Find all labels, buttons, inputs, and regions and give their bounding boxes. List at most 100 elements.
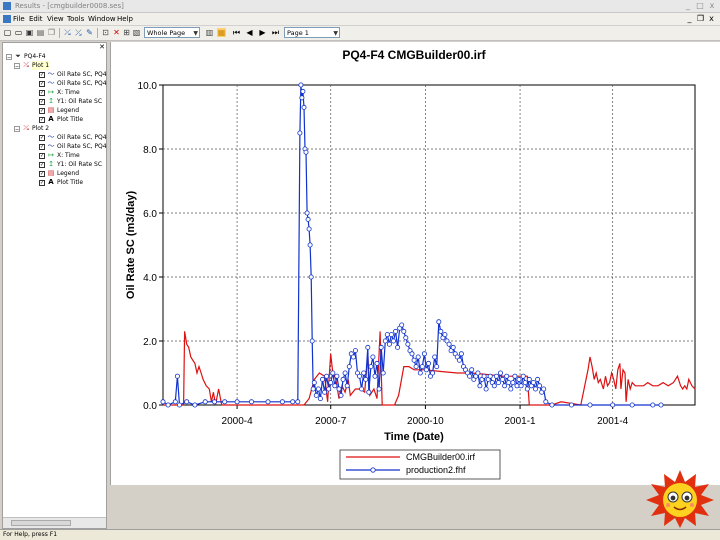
checkbox[interactable]: ✓ [39, 179, 45, 186]
page-select-value: Page 1 [287, 29, 309, 37]
tree-item-label: Oil Rate SC, PQ4 [57, 80, 107, 87]
tree-item-label: Legend [57, 170, 80, 177]
view-mode-value: Whole Page [147, 29, 186, 37]
tree-plot-1[interactable]: − ⤯ Plot 1 [14, 61, 50, 70]
page-background [110, 485, 720, 529]
tree-item-x-axis[interactable]: ✓ ↦ X: Time [39, 88, 80, 97]
checkbox[interactable]: ✓ [39, 134, 45, 141]
page-select[interactable]: Page 1 ▼ [284, 27, 340, 38]
tree-item-curve-1[interactable]: ✓ 〜 Oil Rate SC, PQ4 [39, 133, 107, 142]
plot-tree-panel: ✕ − ⏷ PQ4-F4 − ⤯ Plot 1 ✓ 〜 Oil Rate SC, P… [2, 42, 107, 529]
collapse-icon[interactable]: − [14, 125, 20, 133]
text-icon: A [48, 178, 54, 186]
tree-item-legend[interactable]: ✓ ▤ Legend [39, 106, 79, 115]
checkbox[interactable]: ✓ [39, 152, 45, 159]
y-axis-icon: ↥ [48, 97, 54, 105]
maximize-button[interactable]: □ [694, 0, 706, 11]
print-icon[interactable]: ▤ [36, 28, 45, 37]
curve-icon: 〜 [47, 79, 55, 87]
document-icon[interactable] [3, 15, 11, 23]
toolbar-separator [59, 28, 60, 38]
last-page-icon[interactable]: ⏭ [271, 28, 280, 37]
scrollbar-thumb[interactable] [11, 520, 71, 526]
checkbox[interactable]: ✓ [39, 89, 45, 96]
next-page-icon[interactable]: ▶ [258, 28, 267, 37]
curve-icon: 〜 [47, 142, 55, 150]
close-button[interactable]: x [706, 0, 718, 11]
chevron-down-icon: ▼ [193, 30, 198, 37]
previous-page-icon[interactable]: ◀ [245, 28, 254, 37]
view-mode-select[interactable]: Whole Page ▼ [144, 27, 200, 38]
pages-icon[interactable]: ▦ [217, 28, 226, 37]
doc-close-button[interactable]: x [707, 14, 716, 23]
tree-item-label: Oil Rate SC, PQ4 [57, 71, 107, 78]
collapse-icon[interactable]: − [6, 53, 12, 61]
properties-icon[interactable]: ⊡ [101, 28, 110, 37]
checkbox[interactable]: ✓ [39, 71, 45, 78]
toolbar: ▢ ▭ ▣ ▤ ❐ ⤯ ⤰ ✎ ⊡ ✕ ⊞ ▧ Whole Page ▼ ▥ ▦… [0, 26, 720, 41]
curve-icon: 〜 [47, 70, 55, 78]
plot-icon: ⤯ [23, 61, 29, 69]
tree-item-label: Y1: Oil Rate SC [57, 161, 103, 168]
close-panel-icon[interactable]: ✕ [99, 43, 105, 51]
tree-horizontal-scrollbar[interactable] [3, 517, 106, 528]
first-page-icon[interactable]: ⏮ [232, 28, 241, 37]
minimize-button[interactable]: _ [682, 0, 694, 11]
new-icon[interactable]: ▢ [3, 28, 12, 37]
window-title: Results - [cmgbuilder0008.ses] [15, 2, 124, 10]
status-bar: For Help, press F1 [0, 529, 720, 540]
edit-curve-icon[interactable]: ✎ [85, 28, 94, 37]
plot-icon: ⤯ [23, 124, 29, 132]
tree-item-plot-title[interactable]: ✓ A Plot Title [39, 178, 83, 187]
tree-item-legend[interactable]: ✓ ▤ Legend [39, 169, 79, 178]
menu-edit[interactable]: Edit [29, 15, 43, 23]
app-icon [3, 2, 11, 10]
tree-item-label: Oil Rate SC, PQ4 [57, 143, 107, 150]
doc-restore-button[interactable]: ❐ [696, 14, 705, 23]
collapse-icon[interactable]: − [14, 62, 20, 70]
checkbox[interactable]: ✓ [39, 143, 45, 150]
doc-minimize-button[interactable]: _ [685, 14, 694, 23]
tree-item-label: X: Time [57, 152, 80, 159]
checkbox[interactable]: ✓ [39, 80, 45, 87]
tree-item-plot-title[interactable]: ✓ A Plot Title [39, 115, 83, 124]
document-controls: _ ❐ x [685, 14, 716, 23]
menu-file[interactable]: File [13, 15, 25, 23]
tree-plot-2[interactable]: − ⤯ Plot 2 [14, 124, 49, 133]
menu-view[interactable]: View [47, 15, 64, 23]
tree-item-label: Oil Rate SC, PQ4 [57, 134, 107, 141]
tree-item-y-axis[interactable]: ✓ ↥ Y1: Oil Rate SC [39, 160, 102, 169]
tree-root[interactable]: − ⏷ PQ4-F4 [6, 52, 46, 61]
menu-tools[interactable]: Tools [67, 15, 84, 23]
delete-icon[interactable]: ✕ [112, 28, 121, 37]
tree-item-label: Plot Title [57, 179, 84, 186]
checkbox[interactable]: ✓ [39, 107, 45, 114]
layout-icon[interactable]: ▧ [132, 28, 141, 37]
tree-item-y-axis[interactable]: ✓ ↥ Y1: Oil Rate SC [39, 97, 102, 106]
page-setup-icon[interactable]: ▥ [205, 28, 214, 37]
save-icon[interactable]: ▣ [25, 28, 34, 37]
tree-item-curve-1[interactable]: ✓ 〜 Oil Rate SC, PQ4 [39, 70, 107, 79]
tree-item-label: Plot Title [57, 116, 84, 123]
checkbox[interactable]: ✓ [39, 161, 45, 168]
menu-help[interactable]: Help [117, 15, 133, 23]
zoom-icon[interactable]: ⊞ [122, 28, 131, 37]
tree-item-curve-2[interactable]: ✓ 〜 Oil Rate SC, PQ4 [39, 142, 107, 151]
tree-item-curve-2[interactable]: ✓ 〜 Oil Rate SC, PQ4 [39, 79, 107, 88]
copy-icon[interactable]: ❐ [47, 28, 56, 37]
open-icon[interactable]: ▭ [14, 28, 23, 37]
menu-window[interactable]: Window [88, 15, 116, 23]
curve-icon[interactable]: ⤰ [74, 28, 83, 37]
toolbar-separator [97, 28, 98, 38]
tree-item-label: Y1: Oil Rate SC [57, 98, 103, 105]
tree-item-x-axis[interactable]: ✓ ↦ X: Time [39, 151, 80, 160]
chart-icon[interactable]: ⤯ [63, 28, 72, 37]
checkbox[interactable]: ✓ [39, 170, 45, 177]
title-bar: Results - [cmgbuilder0008.ses] _ □ x [0, 0, 720, 13]
mascot-sun-icon [646, 470, 714, 528]
checkbox[interactable]: ✓ [39, 98, 45, 105]
legend-icon: ▤ [47, 169, 55, 177]
checkbox[interactable]: ✓ [39, 116, 45, 123]
tree-root-label: PQ4-F4 [24, 53, 46, 60]
menu-bar: File Edit View Tools Window Help _ ❐ x [0, 13, 720, 26]
